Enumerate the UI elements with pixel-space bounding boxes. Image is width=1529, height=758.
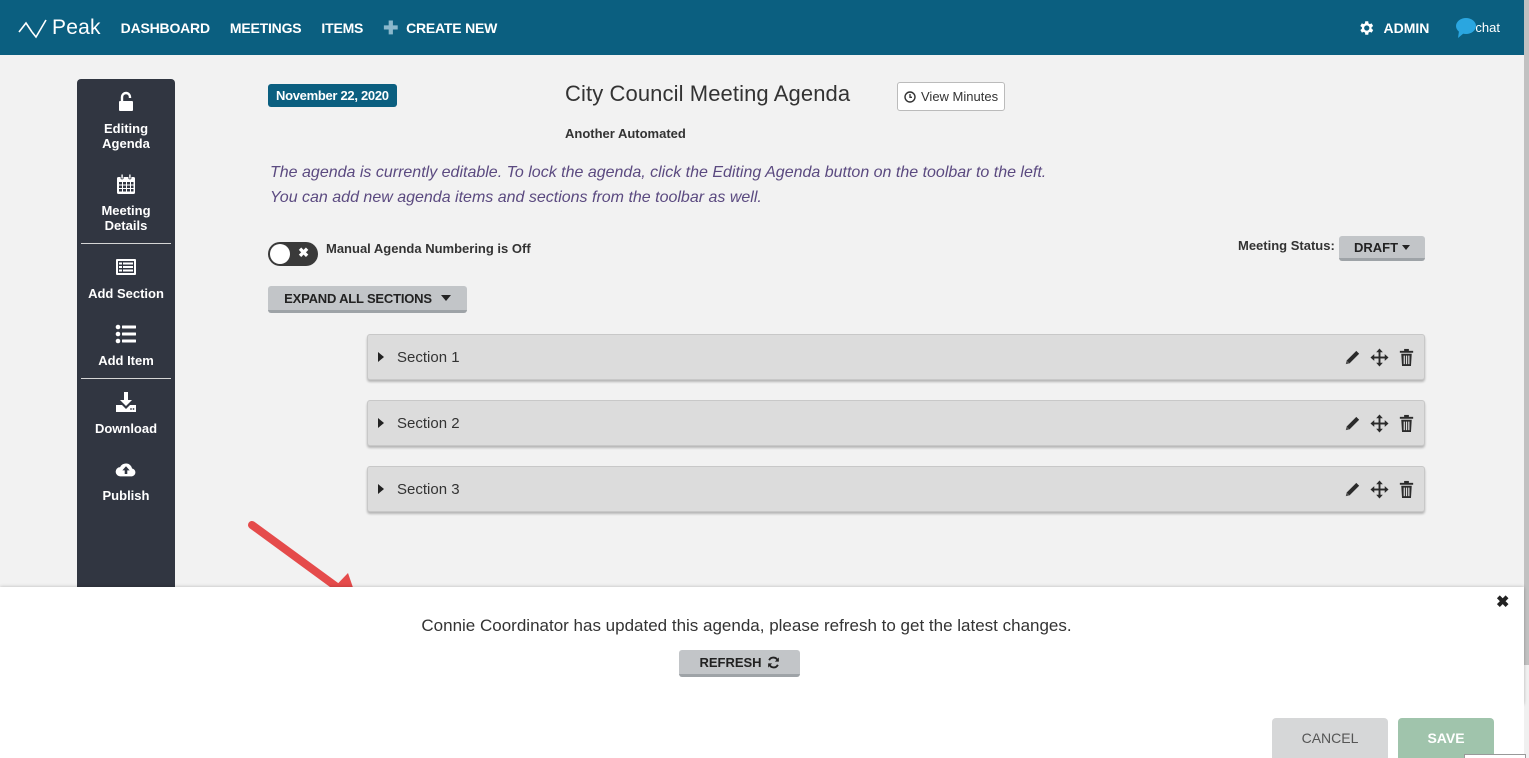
nav-items-label: ITEMS [321, 19, 364, 36]
page-title: City Council Meeting Agenda [565, 81, 851, 106]
plus-icon: ✚ [383, 17, 399, 38]
toolbar-details-label-1: Meeting [101, 203, 151, 218]
pencil-icon[interactable] [1343, 348, 1362, 367]
toolbar-editing-label-2: Agenda [102, 136, 150, 151]
brand-logo[interactable]: Peak [18, 16, 101, 40]
info-line-1: The agenda is currently editable. To loc… [270, 164, 1047, 181]
cloud-upload-icon [115, 463, 136, 477]
refresh-label: REFRESH [699, 654, 762, 670]
section-title: Section 2 [397, 414, 460, 432]
editable-info-text: The agenda is currently editable. To loc… [270, 160, 1046, 210]
brand-name: Peak [52, 15, 101, 39]
save-button[interactable]: SAVE [1398, 718, 1494, 758]
nav-items[interactable]: ITEMS [321, 20, 363, 36]
meeting-status-dropdown[interactable]: DRAFT [1339, 236, 1425, 261]
move-icon[interactable] [1370, 413, 1389, 433]
info-line-2: You can add new agenda items and section… [270, 189, 762, 206]
meeting-subtitle: Another Automated [565, 126, 686, 141]
toolbar-add-section[interactable]: Add Section [77, 256, 175, 301]
section-actions [1335, 467, 1416, 511]
caret-down-icon [1402, 244, 1411, 250]
agenda-section[interactable]: Section 2 [367, 400, 1425, 446]
agenda-toolbar: Editing Agenda Meeting Details Add Secti… [77, 79, 175, 589]
trash-icon[interactable] [1397, 480, 1416, 499]
caret-right-icon[interactable] [378, 352, 384, 362]
toolbar-divider [81, 378, 171, 379]
trash-icon[interactable] [1397, 348, 1416, 367]
toolbar-editing-agenda[interactable]: Editing Agenda [77, 91, 175, 151]
download-icon [116, 392, 136, 412]
toolbar-add-item-label: Add Item [98, 353, 154, 368]
nav-right: ADMIN chat [1357, 0, 1500, 55]
toolbar-add-item[interactable]: Add Item [77, 323, 175, 368]
nav-dashboard[interactable]: DASHBOARD [121, 20, 210, 36]
move-icon[interactable] [1370, 479, 1389, 499]
toolbar-publish[interactable]: Publish [77, 458, 175, 503]
manual-numbering-label: Manual Agenda Numbering is Off [326, 241, 531, 256]
view-minutes-label: View Minutes [921, 89, 999, 104]
toolbar-meeting-details[interactable]: Meeting Details [77, 173, 175, 233]
toolbar-download[interactable]: Download [77, 391, 175, 436]
list-icon [115, 324, 136, 344]
chat-button[interactable]: chat [1455, 17, 1500, 39]
page-scrollbar[interactable] [1524, 0, 1529, 758]
partial-tooltip [1464, 754, 1526, 758]
toolbar-add-section-label: Add Section [88, 286, 164, 301]
toggle-knob [270, 244, 290, 264]
nav-meetings[interactable]: MEETINGS [230, 20, 302, 36]
admin-menu[interactable]: ADMIN [1357, 19, 1430, 37]
cancel-button[interactable]: CANCEL [1272, 718, 1388, 758]
pencil-icon[interactable] [1343, 414, 1362, 433]
section-title: Section 3 [397, 480, 460, 498]
expand-all-sections-button[interactable]: EXPAND ALL SECTIONS [268, 286, 467, 313]
chat-bubble-icon [1456, 17, 1477, 38]
caret-right-icon[interactable] [378, 418, 384, 428]
peak-logo-icon [18, 19, 47, 38]
clock-icon [904, 90, 916, 103]
manual-numbering-toggle[interactable]: ✖ [268, 242, 318, 266]
trash-icon[interactable] [1397, 414, 1416, 433]
notification-message: Connie Coordinator has updated this agen… [421, 616, 1072, 635]
calendar-icon [117, 173, 135, 194]
expand-all-label: EXPAND ALL SECTIONS [284, 290, 432, 306]
section-title: Section 1 [397, 348, 460, 366]
unlock-icon [119, 91, 133, 111]
toolbar-download-label: Download [94, 421, 158, 436]
section-list-icon [116, 259, 136, 275]
toolbar-publish-label: Publish [102, 488, 150, 503]
toggle-off-icon: ✖ [298, 245, 309, 260]
nav-meetings-label: MEETINGS [229, 19, 302, 36]
pencil-icon[interactable] [1343, 480, 1362, 499]
caret-down-icon [440, 295, 451, 301]
nav-create-new-label: CREATE NEW [406, 19, 498, 36]
update-notification: Connie Coordinator has updated this agen… [0, 587, 1524, 704]
meeting-date-badge: November 22, 2020 [268, 84, 397, 107]
close-icon[interactable]: ✖ [1496, 592, 1509, 612]
toolbar-details-label-2: Details [104, 218, 148, 233]
section-actions [1335, 401, 1416, 445]
meeting-status-label: Meeting Status: [1238, 238, 1335, 253]
nav-dashboard-label: DASHBOARD [120, 19, 210, 36]
toolbar-divider [81, 243, 171, 244]
meeting-status-value: DRAFT [1353, 239, 1399, 255]
top-navbar: Peak DASHBOARD MEETINGS ITEMS ✚ CREATE N… [0, 0, 1524, 55]
agenda-section[interactable]: Section 1 [367, 334, 1425, 380]
agenda-section[interactable]: Section 3 [367, 466, 1425, 512]
nav-create-new[interactable]: ✚ CREATE NEW [383, 19, 497, 37]
scrollbar-thumb[interactable] [1524, 0, 1529, 665]
view-minutes-button[interactable]: View Minutes [897, 82, 1006, 111]
main-nav: DASHBOARD MEETINGS ITEMS ✚ CREATE NEW [121, 19, 517, 37]
gear-icon [1359, 20, 1373, 35]
toolbar-editing-label-1: Editing [103, 121, 149, 136]
admin-label: ADMIN [1383, 19, 1430, 36]
refresh-button[interactable]: REFRESH [679, 650, 800, 677]
chat-label: chat [1475, 20, 1500, 35]
move-icon[interactable] [1370, 347, 1389, 367]
section-actions [1335, 335, 1416, 379]
refresh-icon [767, 656, 779, 668]
caret-right-icon[interactable] [378, 484, 384, 494]
